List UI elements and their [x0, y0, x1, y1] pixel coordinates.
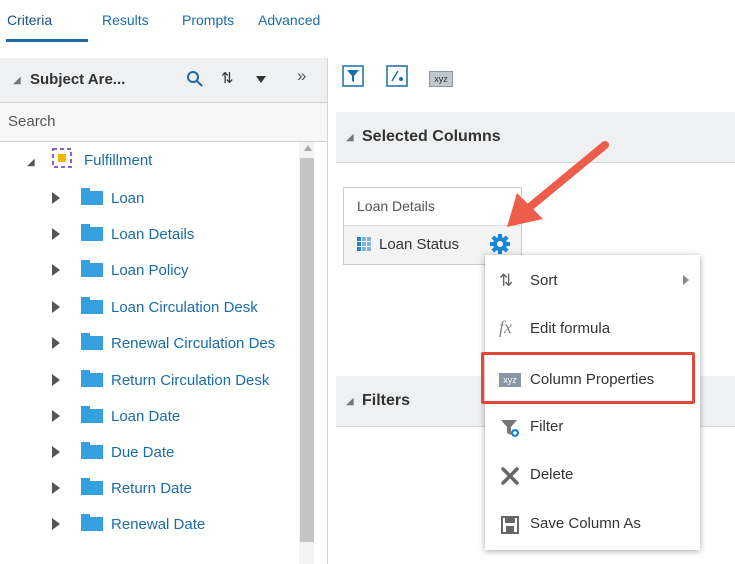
- tree-folder-row[interactable]: Renewal Circulation Des: [0, 328, 314, 358]
- subject-area-tree: ◢ Fulfillment Loan Loan Details Loan Pol…: [0, 142, 314, 564]
- collapsed-triangle-icon[interactable]: [52, 446, 60, 458]
- scrollbar-thumb[interactable]: [300, 158, 314, 542]
- filter-icon[interactable]: [342, 65, 364, 87]
- folder-label: Renewal Date: [111, 516, 206, 533]
- collapsed-triangle-icon[interactable]: [52, 518, 60, 530]
- tree-folder-row[interactable]: Loan: [0, 183, 314, 213]
- tree-folder-row[interactable]: Due Date: [0, 437, 314, 467]
- collapsed-triangle-icon[interactable]: [52, 482, 60, 494]
- folder-label: Loan Circulation Desk: [111, 299, 258, 316]
- folder-icon: [81, 370, 103, 387]
- folder-icon: [81, 478, 103, 495]
- collapsed-triangle-icon[interactable]: [52, 337, 60, 349]
- folder-icon: [81, 442, 103, 459]
- tree-root-label: Fulfillment: [84, 152, 153, 169]
- menu-item-filter[interactable]: Filter: [485, 407, 700, 447]
- menu-item-label: Filter: [530, 418, 564, 435]
- folder-icon: [81, 188, 103, 205]
- sort-dropdown-icon[interactable]: [256, 76, 266, 83]
- fx-icon: fx: [499, 317, 512, 337]
- column-folder-label: Loan Details: [357, 198, 435, 214]
- highlight-box: [481, 352, 695, 404]
- xyz-icon[interactable]: xyz: [429, 71, 453, 87]
- tab-criteria[interactable]: Criteria: [7, 12, 52, 28]
- menu-item-save-column-as[interactable]: Save Column As: [485, 504, 700, 544]
- tree-scrollbar[interactable]: [299, 142, 314, 564]
- folder-label: Loan: [111, 190, 145, 207]
- filter-icon: [501, 420, 519, 437]
- folder-icon: [81, 224, 103, 241]
- tree-folder-row[interactable]: Loan Policy: [0, 255, 314, 285]
- subject-area-header: ◢ Subject Are... ⇅ »: [0, 58, 327, 103]
- tab-prompts[interactable]: Prompts: [182, 12, 234, 28]
- folder-label: Loan Policy: [111, 262, 189, 279]
- folder-label: Return Circulation Desk: [111, 372, 270, 389]
- collapsed-triangle-icon[interactable]: [52, 410, 60, 422]
- selected-columns-title: Selected Columns: [362, 128, 501, 145]
- submenu-arrow-icon: [683, 275, 689, 285]
- tab-advanced[interactable]: Advanced: [258, 12, 320, 28]
- collapse-triangle-icon[interactable]: ◢: [346, 132, 354, 143]
- folder-icon: [81, 333, 103, 350]
- search-box: [0, 103, 328, 142]
- tree-root-fulfillment[interactable]: ◢ Fulfillment: [0, 146, 314, 176]
- delete-icon: [501, 467, 519, 485]
- collapse-triangle-icon[interactable]: ◢: [13, 75, 21, 86]
- folder-icon: [81, 297, 103, 314]
- top-tab-bar: Criteria Results Prompts Advanced: [0, 0, 735, 48]
- menu-item-label: Sort: [530, 272, 558, 289]
- tab-results[interactable]: Results: [102, 12, 149, 28]
- menu-item-label: Save Column As: [530, 515, 641, 532]
- active-tab-indicator: [6, 39, 88, 42]
- folder-icon: [81, 406, 103, 423]
- collapsed-triangle-icon[interactable]: [52, 228, 60, 240]
- save-icon: [501, 516, 519, 534]
- column-icon: [357, 237, 371, 251]
- tree-folder-row[interactable]: Renewal Date: [0, 509, 314, 539]
- subject-area-pane: ◢ Subject Are... ⇅ » ◢ Fulfillment Loan: [0, 58, 328, 564]
- collapsed-triangle-icon[interactable]: [52, 192, 60, 204]
- folder-label: Loan Date: [111, 408, 181, 425]
- folder-label: Renewal Circulation Des: [111, 335, 276, 352]
- menu-item-delete[interactable]: Delete: [485, 455, 700, 495]
- tree-folder-row[interactable]: Loan Date: [0, 401, 314, 431]
- subject-area-title: Subject Are...: [30, 71, 126, 88]
- scroll-up-icon[interactable]: [304, 145, 312, 151]
- tree-folder-row[interactable]: Loan Details: [0, 219, 314, 249]
- filters-title: Filters: [362, 392, 411, 409]
- menu-item-label: Edit formula: [530, 320, 611, 337]
- column-name: Loan Status: [379, 236, 460, 253]
- tree-folder-row[interactable]: Return Date: [0, 473, 314, 503]
- menu-item-edit-formula[interactable]: fx Edit formula: [485, 309, 700, 349]
- folder-icon: [81, 514, 103, 531]
- search-icon[interactable]: [186, 68, 204, 90]
- collapsed-triangle-icon[interactable]: [52, 264, 60, 276]
- collapse-pane-icon[interactable]: »: [297, 66, 306, 86]
- annotation-arrow: [507, 141, 609, 227]
- folder-label: Due Date: [111, 444, 175, 461]
- folder-label: Return Date: [111, 480, 192, 497]
- sort-icon[interactable]: ⇅: [221, 69, 234, 87]
- gear-icon[interactable]: [489, 233, 511, 255]
- tree-folder-row[interactable]: Loan Circulation Desk: [0, 292, 314, 322]
- collapsed-triangle-icon[interactable]: [52, 301, 60, 313]
- menu-item-label: Delete: [530, 466, 574, 483]
- criteria-toolbar: xyz: [336, 62, 735, 98]
- folder-icon: [81, 260, 103, 277]
- collapsed-triangle-icon[interactable]: [52, 374, 60, 386]
- collapse-triangle-icon[interactable]: ◢: [346, 396, 354, 407]
- expanded-triangle-icon[interactable]: ◢: [27, 157, 35, 168]
- tree-folder-row[interactable]: Return Circulation Desk: [0, 365, 314, 395]
- folder-label: Loan Details: [111, 226, 195, 243]
- sort-icon: ⇅: [499, 271, 514, 290]
- formula-icon[interactable]: [386, 65, 408, 87]
- menu-item-sort[interactable]: ⇅ Sort: [485, 261, 700, 301]
- subject-area-icon: [52, 148, 72, 168]
- search-input[interactable]: [0, 103, 328, 139]
